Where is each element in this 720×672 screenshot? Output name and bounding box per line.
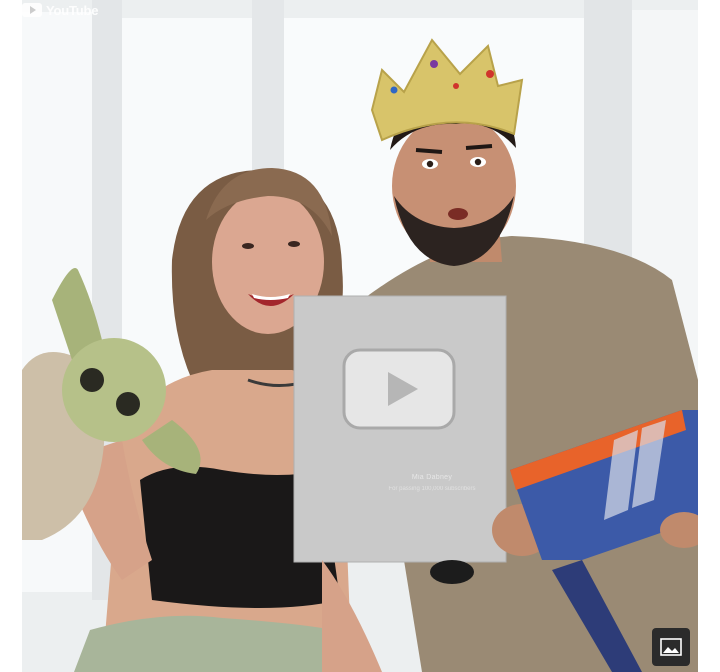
viewer-frame: Mia Dabney For passing 100,000 subscribe…: [0, 0, 720, 672]
photo: Mia Dabney For passing 100,000 subscribe…: [22, 0, 698, 672]
image-gallery-icon: [660, 638, 682, 656]
youtube-wordmark: YouTube: [46, 2, 99, 18]
image-gallery-button[interactable]: [652, 628, 690, 666]
plaque-subtitle-text: For passing 100,000 subscribers: [388, 486, 476, 492]
plaque-name-text: Mia Dabney: [411, 474, 453, 481]
photo-illustration: [22, 0, 698, 672]
youtube-logo-icon: [22, 3, 42, 17]
